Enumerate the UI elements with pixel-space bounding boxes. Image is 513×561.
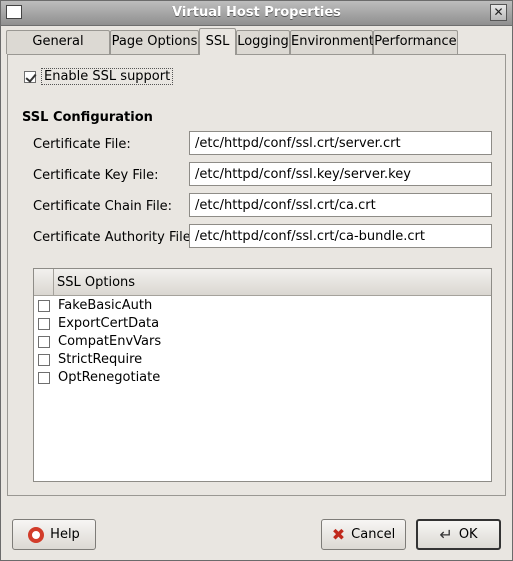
option-label: ExportCertData <box>58 316 160 331</box>
title-bar[interactable]: Virtual Host Properties ✕ <box>1 1 512 26</box>
checkbox-checked[interactable] <box>24 70 36 83</box>
lifebuoy-icon <box>28 526 45 543</box>
ok-button-label: OK <box>458 527 478 542</box>
option-label: CompatEnvVars <box>58 334 162 349</box>
help-button[interactable]: Help <box>12 519 96 550</box>
tab-performance[interactable]: Performance <box>373 30 458 54</box>
ssl-options-column-title: SSL Options <box>57 275 136 290</box>
option-checkbox[interactable] <box>38 353 50 366</box>
option-checkbox[interactable] <box>38 299 50 312</box>
tab-logging[interactable]: Logging <box>236 30 290 54</box>
close-window-button[interactable]: ✕ <box>490 4 507 21</box>
certificate-file-label: Certificate File: <box>33 137 131 152</box>
list-item[interactable]: ExportCertData <box>38 316 159 334</box>
option-checkbox[interactable] <box>38 317 50 330</box>
enable-ssl-checkbox[interactable]: Enable SSL support <box>24 68 174 87</box>
option-checkbox[interactable] <box>38 371 50 384</box>
section-title: SSL Configuration <box>22 110 153 125</box>
certificate-file-input[interactable] <box>189 131 492 155</box>
enable-ssl-label: Enable SSL support <box>41 68 174 85</box>
cancel-button[interactable]: ✖ Cancel <box>321 519 406 550</box>
option-label: OptRenegotiate <box>58 370 161 385</box>
tab-ssl[interactable]: SSL <box>199 28 236 55</box>
certificate-key-file-label: Certificate Key File: <box>33 168 159 183</box>
option-label: FakeBasicAuth <box>58 298 153 313</box>
option-checkbox[interactable] <box>38 335 50 348</box>
list-item[interactable]: OptRenegotiate <box>38 370 160 388</box>
certificate-chain-file-label: Certificate Chain File: <box>33 199 173 214</box>
help-button-label: Help <box>50 527 80 542</box>
certificate-chain-file-input[interactable] <box>189 193 492 217</box>
certificate-authority-file-input[interactable] <box>189 224 492 248</box>
tab-page-options[interactable]: Page Options <box>110 30 199 54</box>
window-title: Virtual Host Properties <box>172 5 341 20</box>
list-item[interactable]: CompatEnvVars <box>38 334 161 352</box>
enter-arrow-icon: ↵ <box>439 525 453 544</box>
list-item[interactable]: StrictRequire <box>38 352 142 370</box>
tab-general-options[interactable]: General Options <box>6 30 110 71</box>
option-label: StrictRequire <box>58 352 143 367</box>
cancel-button-label: Cancel <box>351 527 396 542</box>
tab-environment[interactable]: Environment <box>290 30 374 54</box>
certificate-key-file-input[interactable] <box>189 162 492 186</box>
check-column-header[interactable] <box>34 269 54 295</box>
certificate-authority-file-label: Certificate Authority File: <box>33 230 196 245</box>
list-item[interactable]: FakeBasicAuth <box>38 298 152 316</box>
ssl-options-header[interactable]: SSL Options <box>34 269 491 296</box>
x-icon: ✖ <box>331 525 346 544</box>
ssl-options-list[interactable]: SSL Options FakeBasicAuth ExportCertData… <box>33 268 492 482</box>
ok-button[interactable]: ↵ OK <box>416 519 501 550</box>
